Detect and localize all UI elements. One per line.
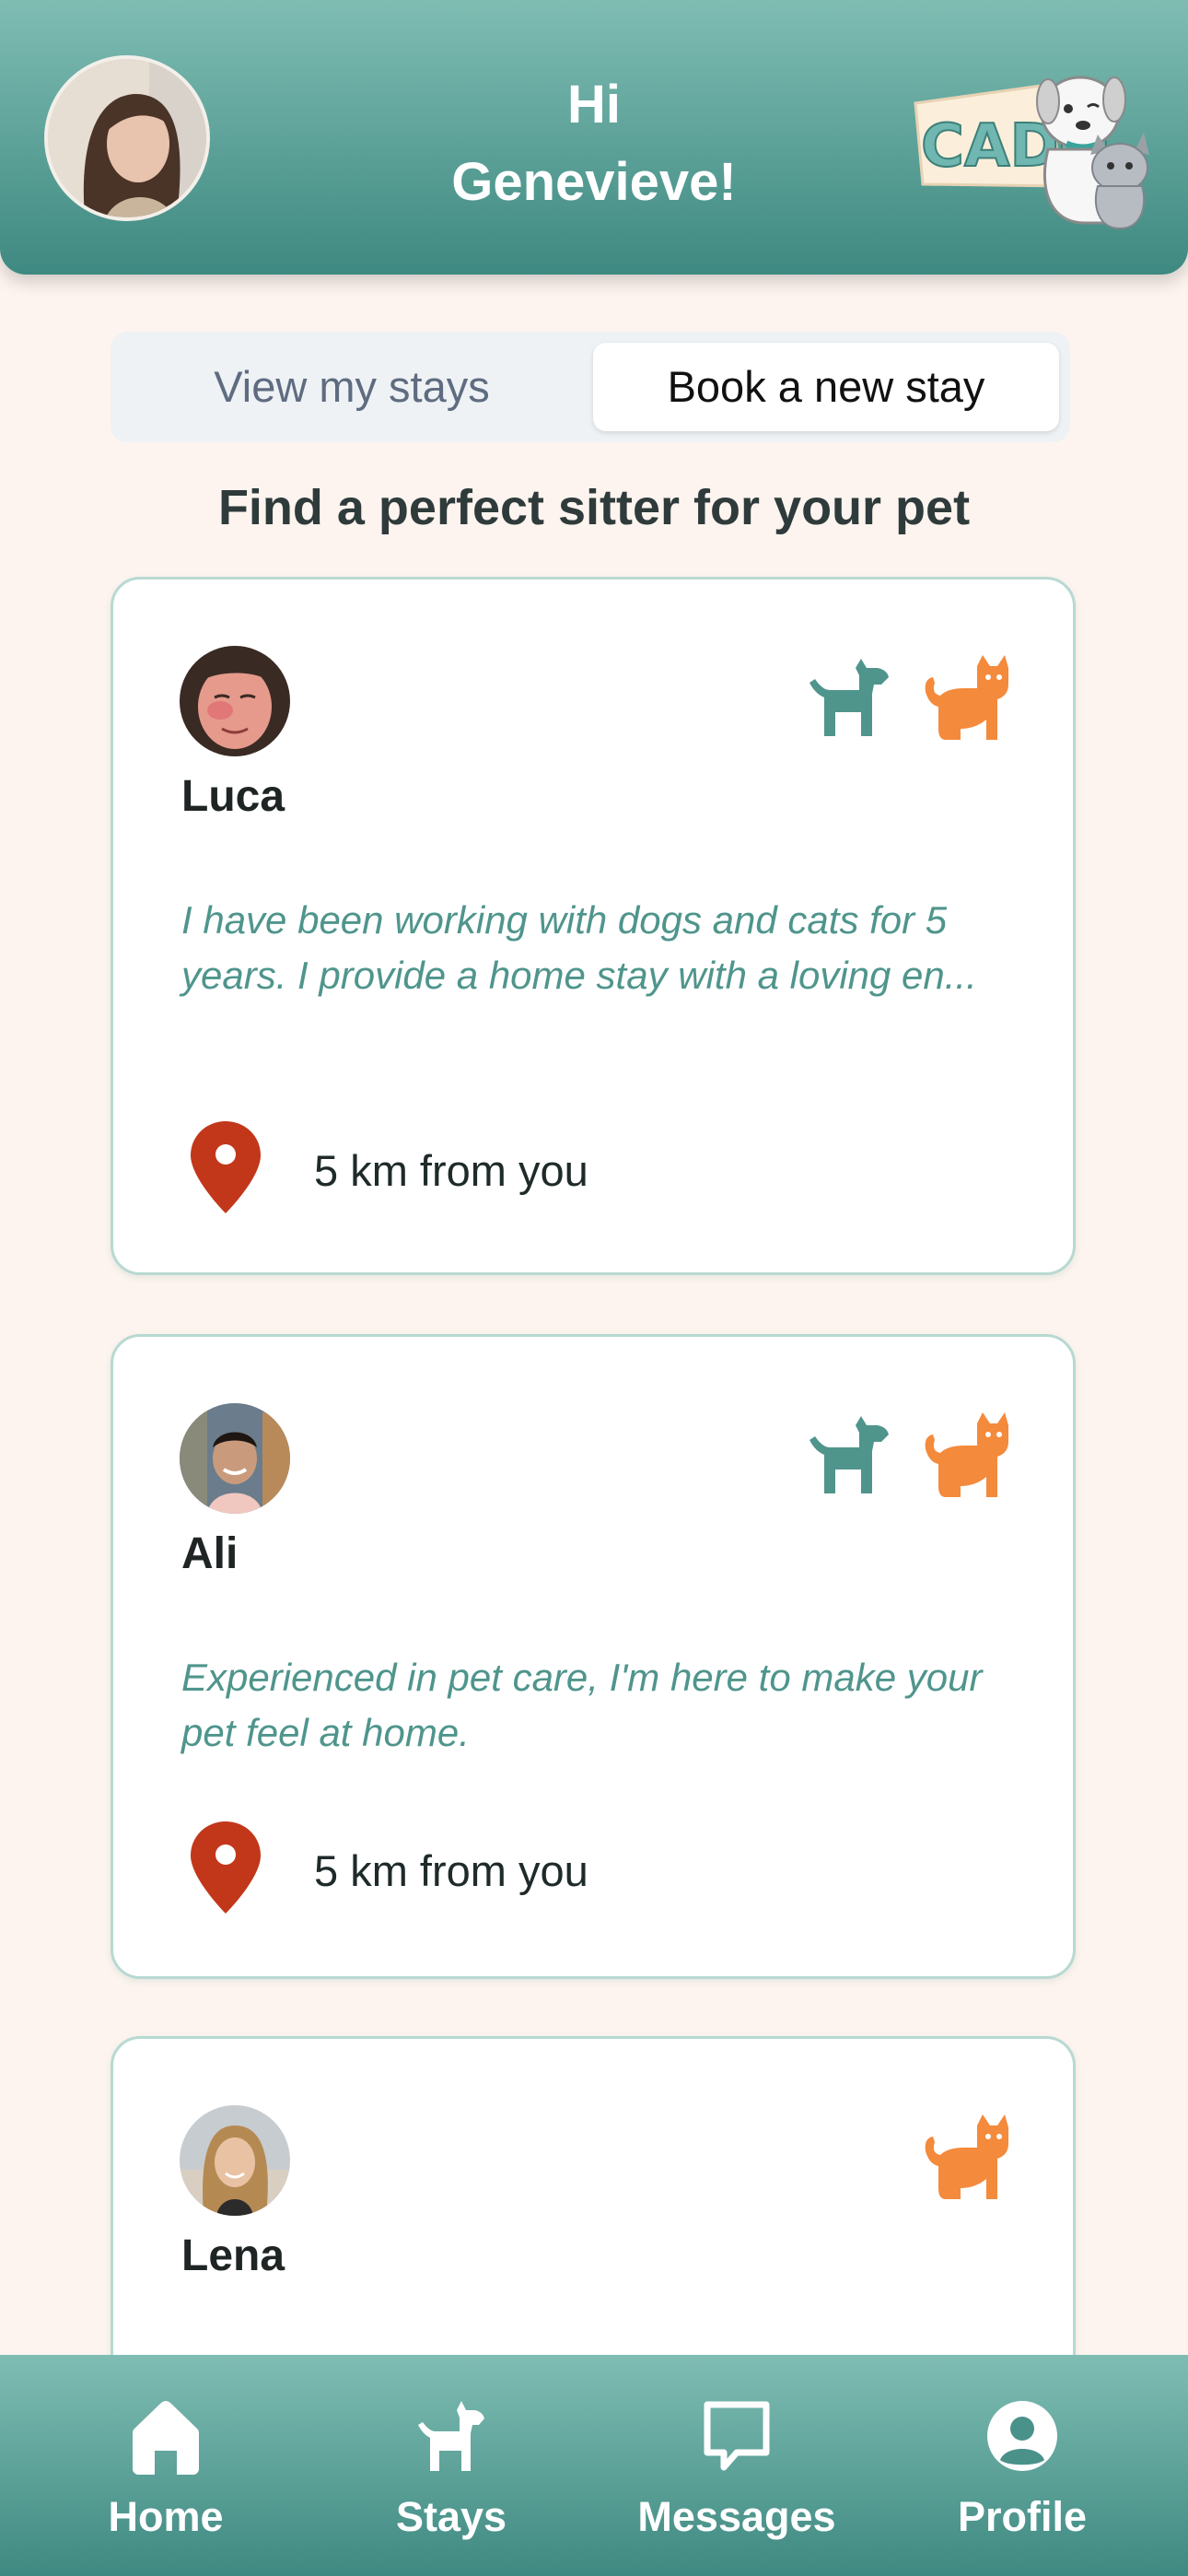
location-pin-icon	[191, 1821, 261, 1914]
sitter-name: Lena	[181, 2231, 285, 2280]
sitter-avatar	[180, 1403, 290, 1514]
cat-icon	[925, 655, 1008, 740]
sitter-name: Luca	[181, 772, 285, 821]
dog-icon	[418, 2401, 484, 2471]
tab-view-my-stays[interactable]: View my stays	[122, 343, 582, 431]
profile-icon	[987, 2401, 1057, 2471]
dog-icon	[809, 659, 889, 736]
chat-icon	[704, 2401, 770, 2471]
sitter-bio: Experienced in pet care, I'm here to mak…	[181, 1656, 983, 1754]
sitter-avatar	[180, 646, 290, 756]
sitter-card[interactable]: Luca I have been working with dogs and c…	[111, 577, 1076, 1275]
nav-item-messages[interactable]: Messages	[617, 2355, 856, 2576]
sitter-distance: 5 km from you	[314, 1846, 588, 1895]
app-header: Hi Genevieve! CADO	[0, 0, 1188, 275]
nav-item-stays[interactable]: Stays	[332, 2355, 571, 2576]
sitter-bio: I have been working with dogs and cats f…	[181, 898, 977, 997]
sitter-distance: 5 km from you	[314, 1146, 588, 1195]
sitter-card[interactable]: Ali Experienced in pet care, I'm here to…	[111, 1334, 1076, 1979]
dog-icon	[809, 1416, 889, 1493]
user-avatar[interactable]	[44, 55, 210, 221]
cat-icon	[925, 2114, 1008, 2199]
greeting-text: Hi Genevieve!	[451, 75, 737, 212]
nav-item-home[interactable]: Home	[46, 2355, 285, 2576]
home-icon	[133, 2401, 199, 2475]
nav-item-profile[interactable]: Profile	[903, 2355, 1142, 2576]
nav-label-profile: Profile	[957, 2493, 1088, 2540]
sitter-avatar	[180, 2105, 290, 2216]
nav-label-stays: Stays	[395, 2493, 507, 2540]
nav-label-home: Home	[108, 2493, 224, 2540]
nav-label-messages: Messages	[637, 2493, 836, 2540]
sitter-name: Ali	[181, 1529, 239, 1578]
bottom-nav: Home Stays Messages Profile	[0, 2355, 1188, 2576]
section-title: Find a perfect sitter for your pet	[217, 480, 971, 535]
cado-logo: CADO	[910, 48, 1149, 232]
location-pin-icon	[191, 1121, 261, 1213]
cat-icon	[925, 1412, 1008, 1497]
stays-tab-switcher: View my stays Book a new stay	[111, 332, 1070, 442]
tab-book-new-stay[interactable]: Book a new stay	[593, 343, 1059, 431]
